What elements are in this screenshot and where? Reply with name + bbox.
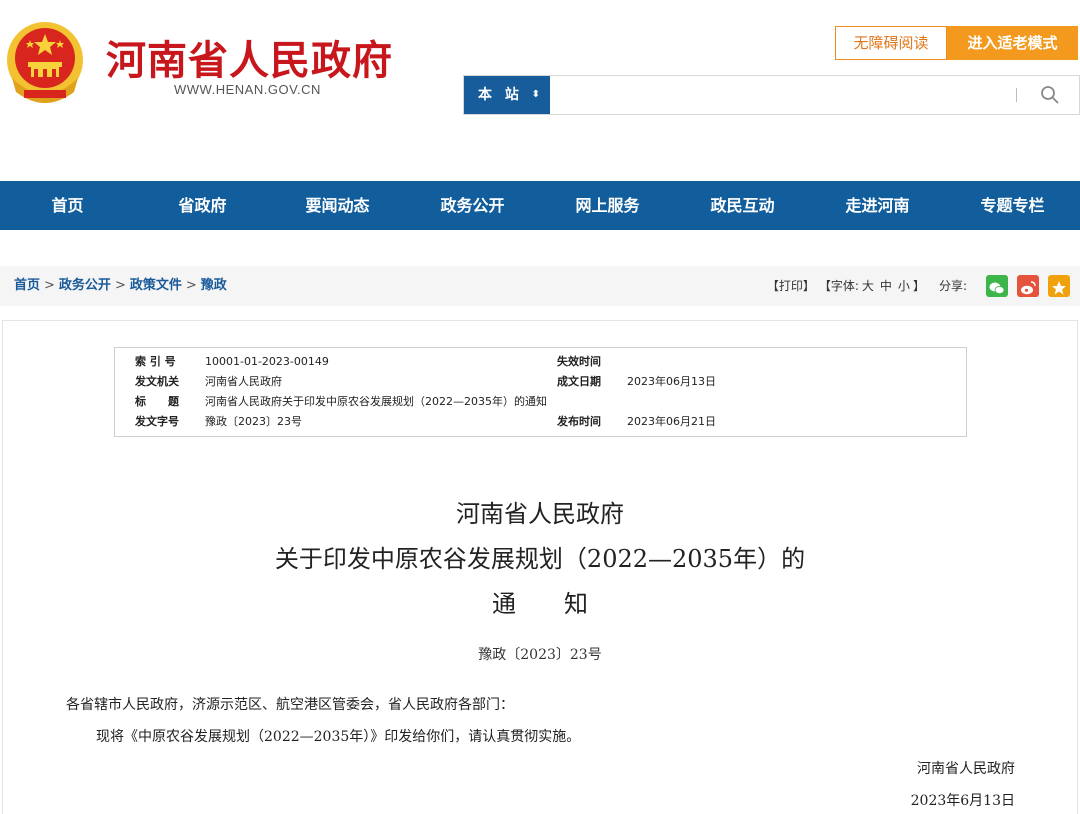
meta-key-publish: 发布时间 bbox=[557, 415, 601, 428]
site-url: WWW.HENAN.GOV.CN bbox=[174, 82, 321, 97]
site-header: 河南省人民政府 WWW.HENAN.GOV.CN 无障碍阅读 进入适老模式 本 … bbox=[0, 0, 1080, 180]
search-scope-select[interactable]: 本 站 ⬍ bbox=[464, 76, 550, 114]
meta-row: 标 题 河南省人民政府关于印发中原农谷发展规划（2022—2035年）的通知 bbox=[115, 392, 966, 412]
site-title[interactable]: 河南省人民政府 bbox=[106, 28, 393, 86]
national-emblem-icon bbox=[7, 22, 83, 103]
main-nav: 首页 省政府 要闻动态 政务公开 网上服务 政民互动 走进河南 专题专栏 bbox=[0, 181, 1080, 230]
share-label: 分享: bbox=[938, 279, 967, 293]
page-tools: 【打印】 【字体: 大 中 小 】 分享: bbox=[763, 266, 1070, 306]
favorite-star-icon[interactable] bbox=[1048, 275, 1070, 297]
breadcrumb-separator: > bbox=[114, 278, 126, 293]
document-number: 豫政〔2023〕23号 bbox=[478, 647, 602, 663]
meta-row: 索 引 号 10001-01-2023-00149 失效时间 bbox=[115, 352, 966, 372]
document-body-paragraph: 现将《中原农谷发展规划（2022—2035年）》印发给你们，请认真贯彻实施。 bbox=[96, 729, 581, 745]
meta-key-written: 成文日期 bbox=[557, 375, 601, 388]
breadcrumb-home[interactable]: 首页 bbox=[14, 278, 40, 293]
meta-value-index: 10001-01-2023-00149 bbox=[205, 355, 329, 368]
meta-value-publish: 2023年06月21日 bbox=[627, 415, 716, 428]
nav-item-home[interactable]: 首页 bbox=[0, 181, 135, 230]
site-url-domain: HENAN bbox=[215, 82, 264, 97]
document-addressee: 各省辖市人民政府，济源示范区、航空港区管委会，省人民政府各部门： bbox=[66, 697, 514, 713]
meta-key-expire: 失效时间 bbox=[557, 355, 601, 368]
document-title-line-1: 河南省人民政府 bbox=[456, 500, 624, 528]
meta-value-title: 河南省人民政府关于印发中原农谷发展规划（2022—2035年）的通知 bbox=[205, 395, 547, 408]
nav-item-online-services[interactable]: 网上服务 bbox=[540, 181, 675, 230]
weibo-share-icon[interactable] bbox=[1017, 275, 1039, 297]
font-medium-button[interactable]: 中 bbox=[880, 266, 892, 306]
document-title-line-3: 通 知 bbox=[492, 590, 588, 618]
font-large-button[interactable]: 大 bbox=[862, 266, 874, 306]
meta-row: 发文机关 河南省人民政府 成文日期 2023年06月13日 bbox=[115, 372, 966, 392]
site-url-prefix: WWW. bbox=[174, 82, 216, 97]
elder-mode-button[interactable]: 进入适老模式 bbox=[947, 26, 1078, 60]
accessible-reading-button[interactable]: 无障碍阅读 bbox=[835, 26, 947, 60]
sort-arrows-icon: ⬍ bbox=[531, 89, 540, 100]
nav-item-interaction[interactable]: 政民互动 bbox=[675, 181, 810, 230]
meta-key-title: 标 题 bbox=[135, 395, 179, 408]
font-small-button[interactable]: 小 bbox=[898, 266, 910, 306]
font-size-close: 】 bbox=[912, 279, 925, 293]
meta-key-doc-no: 发文字号 bbox=[135, 415, 179, 428]
search-input[interactable] bbox=[552, 76, 1002, 114]
document-signer: 河南省人民政府 bbox=[917, 761, 1015, 777]
breadcrumb-separator: > bbox=[185, 278, 197, 293]
wechat-share-icon[interactable] bbox=[986, 275, 1008, 297]
font-size-label: 【字体: bbox=[818, 279, 859, 293]
nav-item-provincial-gov[interactable]: 省政府 bbox=[135, 181, 270, 230]
breadcrumb-yuzheng[interactable]: 豫政 bbox=[201, 278, 227, 293]
nav-item-news[interactable]: 要闻动态 bbox=[270, 181, 405, 230]
search-icon[interactable] bbox=[1040, 85, 1060, 105]
nav-item-special-topics[interactable]: 专题专栏 bbox=[945, 181, 1080, 230]
site-url-suffix: .GOV.CN bbox=[263, 82, 321, 97]
meta-row: 发文字号 豫政〔2023〕23号 发布时间 2023年06月21日 bbox=[115, 412, 966, 432]
document-date: 2023年6月13日 bbox=[910, 793, 1015, 809]
print-button[interactable]: 【打印】 bbox=[767, 266, 815, 306]
search-scope-label: 本 站 bbox=[478, 87, 523, 103]
nav-item-gov-affairs[interactable]: 政务公开 bbox=[405, 181, 540, 230]
nav-item-about-henan[interactable]: 走进河南 bbox=[810, 181, 945, 230]
search-bar: 本 站 ⬍ bbox=[463, 75, 1080, 115]
document-title-line-2: 关于印发中原农谷发展规划（2022—2035年）的 bbox=[274, 545, 806, 573]
meta-key-index: 索 引 号 bbox=[135, 355, 176, 368]
breadcrumb-gov-affairs[interactable]: 政务公开 bbox=[59, 278, 111, 293]
meta-value-written: 2023年06月13日 bbox=[627, 375, 716, 388]
breadcrumb-policy-docs[interactable]: 政策文件 bbox=[130, 278, 182, 293]
search-divider bbox=[1016, 88, 1017, 102]
meta-key-issuer: 发文机关 bbox=[135, 375, 179, 388]
document-meta-table: 索 引 号 10001-01-2023-00149 失效时间 发文机关 河南省人… bbox=[114, 347, 967, 437]
breadcrumb-bar: 首页 > 政务公开 > 政策文件 > 豫政 【打印】 【字体: 大 中 小 】 分享: bbox=[0, 266, 1080, 306]
breadcrumb: 首页 > 政务公开 > 政策文件 > 豫政 bbox=[14, 266, 227, 306]
meta-value-doc-no: 豫政〔2023〕23号 bbox=[205, 415, 302, 428]
meta-value-issuer: 河南省人民政府 bbox=[205, 375, 282, 388]
breadcrumb-separator: > bbox=[44, 278, 55, 293]
